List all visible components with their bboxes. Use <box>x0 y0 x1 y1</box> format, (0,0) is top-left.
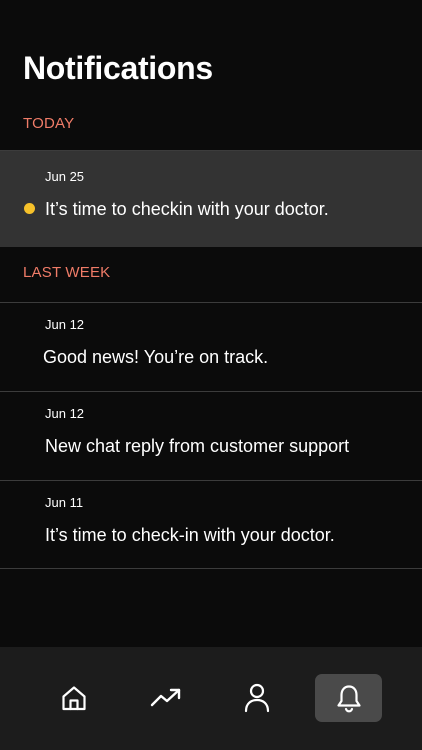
home-icon <box>61 686 86 711</box>
notification-item[interactable]: Jun 11 It’s time to check-in with your d… <box>0 481 422 568</box>
section-header-today: TODAY <box>23 115 75 132</box>
notification-text: Good news! You’re on track. <box>43 347 269 367</box>
profile-icon <box>244 683 269 713</box>
section-header-last-week: LAST WEEK <box>23 264 111 281</box>
notification-text: It’s time to checkin with your doctor. <box>45 199 329 219</box>
notification-date: Jun 11 <box>45 495 84 510</box>
notification-item[interactable]: Jun 12 New chat reply from customer supp… <box>0 392 422 480</box>
notification-text: It’s time to check-in with your doctor. <box>45 525 335 545</box>
trending-up-icon <box>150 688 180 707</box>
notification-item[interactable]: Jun 12 Good news! You’re on track. <box>0 303 422 391</box>
page-title: Notifications <box>23 50 213 86</box>
notification-date: Jun 12 <box>45 406 85 421</box>
unread-dot-icon <box>24 203 35 214</box>
notification-text: New chat reply from customer support <box>45 436 350 456</box>
tab-home[interactable] <box>40 674 107 722</box>
tab-progress[interactable] <box>132 674 199 722</box>
bottom-tab-bar <box>0 647 422 750</box>
notification-item[interactable]: Jun 25 It’s time to checkin with your do… <box>0 151 422 247</box>
notification-date: Jun 12 <box>45 317 85 332</box>
tab-profile[interactable] <box>223 674 290 722</box>
divider <box>0 568 422 569</box>
notification-date: Jun 25 <box>45 169 85 184</box>
tab-notifications[interactable] <box>315 674 382 722</box>
bell-icon <box>336 685 361 713</box>
